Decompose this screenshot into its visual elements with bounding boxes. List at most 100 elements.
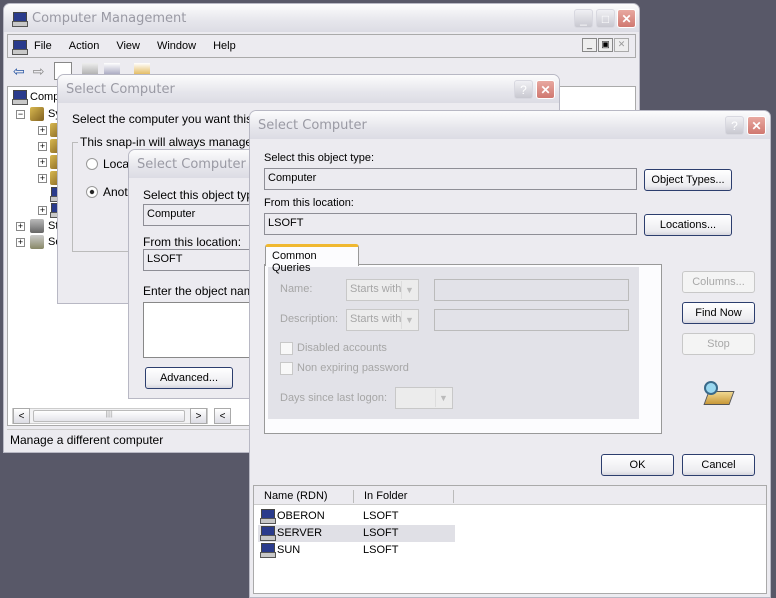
object-types-button-label: Object Types... bbox=[651, 174, 725, 186]
scroll-right-button[interactable]: > bbox=[190, 408, 207, 424]
horizontal-scrollbar[interactable]: < |||| > bbox=[12, 408, 208, 424]
child-close-button[interactable]: ✕ bbox=[614, 38, 629, 52]
computer-icon bbox=[260, 543, 276, 558]
status-text: Manage a different computer bbox=[10, 433, 164, 447]
menu-window[interactable]: Window bbox=[157, 40, 196, 52]
tree-root-label[interactable]: Comp bbox=[30, 91, 59, 103]
dialog3-title: Select Computer bbox=[258, 117, 367, 133]
location-field: LSOFT bbox=[264, 213, 637, 235]
table-row[interactable]: OBERON LSOFT bbox=[258, 508, 455, 525]
find-now-button[interactable]: Find Now bbox=[682, 302, 755, 324]
column-header-name[interactable]: Name (RDN) bbox=[264, 490, 354, 503]
select-computer-dialog-3: Select Computer ? ✕ Select this object t… bbox=[249, 110, 771, 598]
tree-expand-toggle[interactable]: + bbox=[38, 126, 47, 135]
tree-expand-toggle[interactable]: + bbox=[38, 142, 47, 151]
locations-button[interactable]: Locations... bbox=[644, 214, 732, 236]
search-animation-icon bbox=[702, 379, 736, 409]
column-header-folder[interactable]: In Folder bbox=[364, 490, 454, 503]
dialog2-object-type-label: Select this object type bbox=[143, 188, 260, 202]
disabled-accounts-checkbox bbox=[280, 342, 293, 355]
tab-common-queries[interactable]: Common Queries bbox=[265, 244, 359, 274]
computer-icon bbox=[260, 509, 276, 524]
right-pane-scroll-left[interactable]: < bbox=[214, 408, 231, 424]
close-button[interactable]: ✕ bbox=[747, 116, 766, 135]
tree-expand-toggle[interactable]: + bbox=[38, 158, 47, 167]
minimize-button[interactable]: _ bbox=[574, 9, 593, 28]
name-label: Name: bbox=[280, 283, 313, 295]
disabled-accounts-label: Disabled accounts bbox=[297, 342, 387, 354]
stop-button-label: Stop bbox=[707, 338, 730, 350]
computer-icon bbox=[12, 11, 28, 27]
forward-icon[interactable]: ⇨ bbox=[33, 63, 45, 80]
description-operator-value: Starts with bbox=[350, 313, 402, 325]
name-operator-select: Starts with ▼ bbox=[346, 279, 419, 301]
maximize-button[interactable]: □ bbox=[596, 9, 615, 28]
row-folder: LSOFT bbox=[363, 527, 399, 539]
advanced-button-label: Advanced... bbox=[159, 372, 219, 384]
system-tools-icon bbox=[30, 107, 44, 121]
tree-expand-toggle[interactable]: + bbox=[16, 222, 25, 231]
radio-local[interactable] bbox=[86, 158, 98, 170]
columns-button-label: Columns... bbox=[692, 276, 745, 288]
computer-icon bbox=[260, 526, 276, 541]
help-button[interactable]: ? bbox=[514, 80, 533, 99]
storage-icon bbox=[30, 219, 44, 233]
menu-view[interactable]: View bbox=[116, 40, 140, 52]
tree-expand-toggle[interactable]: + bbox=[38, 206, 47, 215]
query-area: Name: Starts with ▼ Description: Starts w… bbox=[268, 267, 639, 419]
dialog2-object-type-value: Computer bbox=[147, 208, 196, 220]
object-types-button[interactable]: Object Types... bbox=[644, 169, 732, 191]
location-value: LSOFT bbox=[268, 217, 304, 229]
results-header: Name (RDN) In Folder bbox=[254, 486, 766, 505]
ok-button[interactable]: OK bbox=[601, 454, 674, 476]
location-label: From this location: bbox=[264, 197, 354, 209]
dialog1-prompt: Select the computer you want this sna bbox=[72, 112, 275, 126]
dialog1-title: Select Computer bbox=[66, 81, 175, 97]
ok-button-label: OK bbox=[629, 459, 646, 471]
back-icon[interactable]: ⇦ bbox=[13, 63, 25, 80]
cancel-button[interactable]: Cancel bbox=[682, 454, 755, 476]
child-minimize-button[interactable]: _ bbox=[582, 38, 597, 52]
menu-file[interactable]: File bbox=[34, 40, 52, 52]
close-button[interactable]: ✕ bbox=[536, 80, 555, 99]
mmc-titlebar: Computer Management _ □ ✕ bbox=[4, 4, 639, 32]
close-button[interactable]: ✕ bbox=[617, 9, 636, 28]
non-expiring-password-checkbox bbox=[280, 362, 293, 375]
menu-help[interactable]: Help bbox=[213, 40, 236, 52]
days-since-logon-label: Days since last logon: bbox=[280, 392, 387, 404]
advanced-button[interactable]: Advanced... bbox=[145, 367, 233, 389]
object-type-field: Computer bbox=[264, 168, 637, 190]
days-since-logon-select: ▼ bbox=[395, 387, 453, 409]
menu-bar: File Action View Window Help _ ▣ ✕ bbox=[7, 34, 636, 58]
radio-another[interactable] bbox=[86, 186, 98, 198]
tree-collapse-toggle[interactable]: − bbox=[16, 110, 25, 119]
tab-panel: Name: Starts with ▼ Description: Starts w… bbox=[264, 264, 662, 434]
scroll-thumb[interactable]: |||| bbox=[33, 410, 185, 422]
tree-expand-toggle[interactable]: + bbox=[16, 238, 25, 247]
name-operator-value: Starts with bbox=[350, 283, 402, 295]
description-query-input bbox=[434, 309, 629, 331]
child-restore-button[interactable]: ▣ bbox=[598, 38, 613, 52]
cancel-button-label: Cancel bbox=[701, 459, 736, 471]
locations-button-label: Locations... bbox=[659, 219, 717, 231]
table-row[interactable]: SUN LSOFT bbox=[258, 542, 455, 559]
tab-label: Common Queries bbox=[272, 250, 317, 274]
row-folder: LSOFT bbox=[363, 544, 399, 556]
scroll-left-button[interactable]: < bbox=[13, 408, 30, 424]
results-list: Name (RDN) In Folder OBERON LSOFT SERVER… bbox=[253, 485, 767, 594]
description-operator-select: Starts with ▼ bbox=[346, 309, 419, 331]
dialog2-location-label: From this location: bbox=[143, 235, 242, 249]
mmc-doc-icon bbox=[12, 39, 28, 55]
tree-expand-toggle[interactable]: + bbox=[38, 174, 47, 183]
chevron-down-icon: ▼ bbox=[435, 389, 451, 407]
row-name: SERVER bbox=[277, 527, 323, 539]
table-row-selected[interactable]: SERVER LSOFT bbox=[258, 525, 455, 542]
menu-action[interactable]: Action bbox=[69, 40, 100, 52]
chevron-down-icon: ▼ bbox=[401, 311, 417, 329]
help-button[interactable]: ? bbox=[725, 116, 744, 135]
columns-button: Columns... bbox=[682, 271, 755, 293]
object-type-value: Computer bbox=[268, 172, 317, 184]
group-label: This snap-in will always manage: bbox=[78, 135, 258, 149]
services-icon bbox=[30, 235, 44, 249]
object-type-label: Select this object type: bbox=[264, 152, 375, 164]
